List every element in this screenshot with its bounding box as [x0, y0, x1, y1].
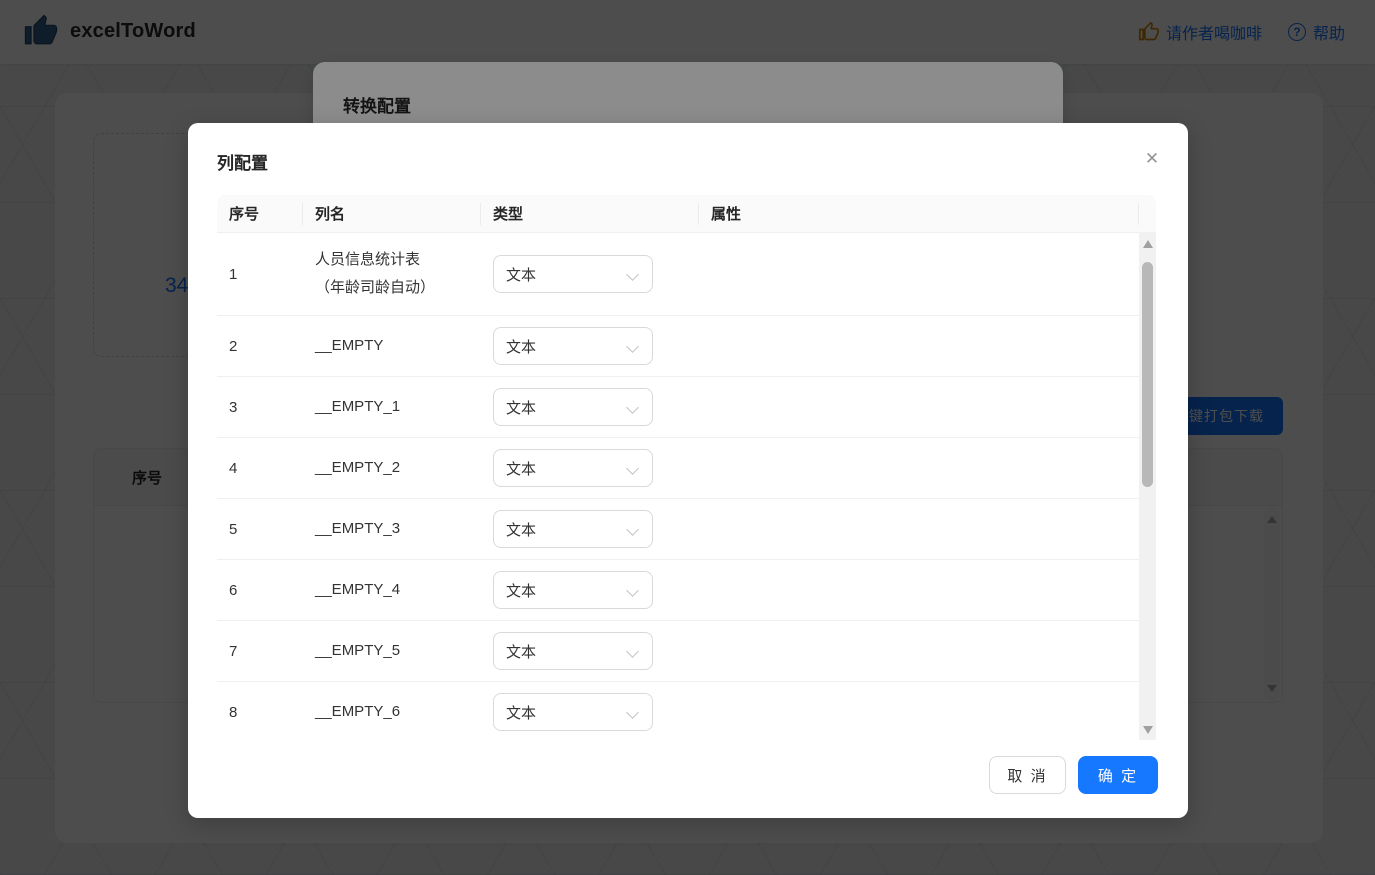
modal-table-scrollbar[interactable] [1139, 233, 1156, 740]
type-select[interactable]: 文本 [493, 693, 653, 731]
table-row: 3 __EMPTY_1 文本 [217, 377, 1139, 438]
header-scrollbar-spacer [1139, 195, 1156, 232]
type-cell: 文本 [481, 632, 699, 670]
column-name: __EMPTY_1 [303, 393, 481, 421]
column-config-modal: 列配置 ✕ 序号 列名 类型 属性 1 人员信息统计表 （年龄司龄自动） 文本 [188, 123, 1188, 818]
column-config-table: 序号 列名 类型 属性 1 人员信息统计表 （年龄司龄自动） 文本 [217, 195, 1156, 740]
column-name: __EMPTY_5 [303, 637, 481, 665]
type-cell: 文本 [481, 693, 699, 731]
header-name: 列名 [303, 195, 481, 232]
column-name: __EMPTY_6 [303, 698, 481, 726]
type-select-value: 文本 [506, 580, 536, 601]
row-index: 8 [217, 704, 303, 721]
row-index: 7 [217, 643, 303, 660]
column-name: __EMPTY_4 [303, 576, 481, 604]
table-row: 2 __EMPTY 文本 [217, 316, 1139, 377]
row-index: 3 [217, 399, 303, 416]
ok-button[interactable]: 确 定 [1078, 756, 1158, 794]
row-index: 4 [217, 460, 303, 477]
chevron-down-icon [626, 645, 639, 658]
type-select[interactable]: 文本 [493, 510, 653, 548]
header-type: 类型 [481, 195, 699, 232]
header-index: 序号 [217, 195, 303, 232]
chevron-down-icon [626, 340, 639, 353]
type-select[interactable]: 文本 [493, 327, 653, 365]
chevron-down-icon [626, 584, 639, 597]
type-select[interactable]: 文本 [493, 255, 653, 293]
type-cell: 文本 [481, 571, 699, 609]
chevron-down-icon [626, 268, 639, 281]
row-index: 5 [217, 521, 303, 538]
type-cell: 文本 [481, 449, 699, 487]
modal-footer: 取 消 确 定 [989, 756, 1158, 794]
type-select-value: 文本 [506, 397, 536, 418]
type-select-value: 文本 [506, 458, 536, 479]
row-index: 1 [217, 266, 303, 283]
cancel-button[interactable]: 取 消 [989, 756, 1066, 794]
chevron-down-icon [626, 401, 639, 414]
type-select-value: 文本 [506, 702, 536, 723]
column-name: 人员信息统计表 （年龄司龄自动） [303, 246, 481, 302]
scrollbar-thumb[interactable] [1142, 262, 1153, 487]
table-row: 5 __EMPTY_3 文本 [217, 499, 1139, 560]
table-row: 4 __EMPTY_2 文本 [217, 438, 1139, 499]
type-select-value: 文本 [506, 264, 536, 285]
row-index: 6 [217, 582, 303, 599]
table-row: 1 人员信息统计表 （年龄司龄自动） 文本 [217, 233, 1139, 316]
type-select[interactable]: 文本 [493, 449, 653, 487]
table-body: 1 人员信息统计表 （年龄司龄自动） 文本 2 __EMPTY [217, 233, 1139, 740]
table-row: 7 __EMPTY_5 文本 [217, 621, 1139, 682]
table-row: 8 __EMPTY_6 文本 [217, 682, 1139, 740]
page: excelToWord 请作者喝咖啡 ? 帮助 34 一键打包下载 序号 [0, 0, 1375, 875]
type-cell: 文本 [481, 388, 699, 426]
column-name: __EMPTY [303, 332, 481, 360]
type-select[interactable]: 文本 [493, 632, 653, 670]
chevron-down-icon [626, 523, 639, 536]
row-index: 2 [217, 338, 303, 355]
close-icon[interactable]: ✕ [1140, 147, 1164, 171]
chevron-down-icon [626, 462, 639, 475]
type-select[interactable]: 文本 [493, 388, 653, 426]
type-select[interactable]: 文本 [493, 571, 653, 609]
modal-title: 列配置 [217, 149, 268, 174]
table-row: 6 __EMPTY_4 文本 [217, 560, 1139, 621]
chevron-down-icon [626, 706, 639, 719]
column-name: __EMPTY_2 [303, 454, 481, 482]
type-cell: 文本 [481, 255, 699, 293]
table-header-row: 序号 列名 类型 属性 [217, 195, 1156, 233]
type-select-value: 文本 [506, 336, 536, 357]
type-select-value: 文本 [506, 641, 536, 662]
type-select-value: 文本 [506, 519, 536, 540]
scroll-down-icon [1143, 726, 1153, 734]
scroll-up-icon [1143, 240, 1153, 248]
type-cell: 文本 [481, 510, 699, 548]
column-name: __EMPTY_3 [303, 515, 481, 543]
type-cell: 文本 [481, 327, 699, 365]
header-attr: 属性 [699, 195, 1139, 232]
